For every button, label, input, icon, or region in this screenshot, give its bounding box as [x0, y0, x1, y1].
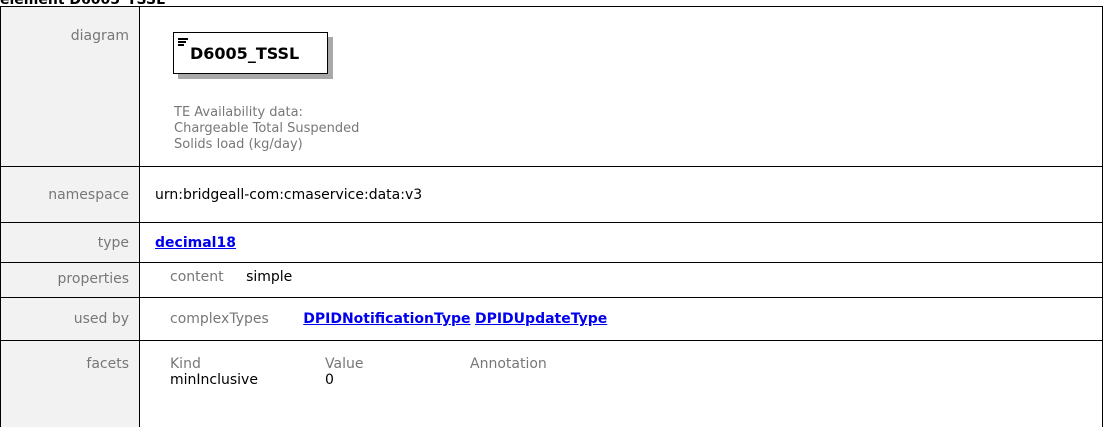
- element-name: D6005_TSSL: [190, 44, 300, 63]
- facets-header-row: Kind Value Annotation: [170, 356, 670, 372]
- properties-row: properties content simple: [0, 262, 1103, 299]
- used-by-label: used by: [0, 297, 140, 342]
- diagram-cell: D6005_TSSL TE Availability data: Chargea…: [139, 5, 1103, 168]
- namespace-cell: urn:bridgeall-com:cmaservice:data:v3: [139, 166, 1103, 224]
- facets-grid: Kind Value Annotation minInclusive 0: [140, 341, 1102, 388]
- used-by-row: used by complexTypes DPIDNotificationTyp…: [0, 297, 1103, 342]
- annotation-line: Solids load (kg/day): [174, 137, 303, 152]
- annotation-line: Chargeable Total Suspended: [174, 121, 360, 136]
- facet-value: 0: [325, 372, 334, 389]
- facets-label: facets: [0, 340, 140, 427]
- used-by-link-dpid-notification-type[interactable]: DPIDNotificationType: [303, 311, 470, 327]
- diagram-label: diagram: [0, 5, 140, 168]
- facets-header-value: Value: [325, 356, 364, 373]
- namespace-row: namespace urn:bridgeall-com:cmaservice:d…: [0, 166, 1103, 224]
- type-row: type decimal18: [0, 222, 1103, 264]
- facets-header-kind: Kind: [170, 356, 201, 373]
- properties-cell: content simple: [139, 262, 1103, 299]
- property-value: simple: [246, 269, 293, 286]
- namespace-value: urn:bridgeall-com:cmaservice:data:v3: [155, 186, 423, 203]
- facets-cell: Kind Value Annotation minInclusive 0: [139, 340, 1103, 427]
- type-cell: decimal18: [139, 222, 1103, 264]
- property-key: content: [170, 269, 224, 286]
- facets-table: Kind Value Annotation minInclusive 0: [170, 356, 670, 388]
- used-by-key: complexTypes: [170, 311, 269, 328]
- diagram-row: diagram D6005_TSSL TE Availability data:…: [0, 5, 1103, 168]
- property-item: content simple: [140, 263, 1102, 285]
- used-by-list: complexTypes DPIDNotificationType DPIDUp…: [140, 311, 1102, 327]
- type-label: type: [0, 222, 140, 264]
- used-by-link-dpid-update-type[interactable]: DPIDUpdateType: [475, 311, 607, 327]
- type-link[interactable]: decimal18: [140, 235, 236, 251]
- element-content-icon: [178, 38, 188, 47]
- facets-data-row: minInclusive 0: [170, 372, 670, 388]
- facet-kind: minInclusive: [170, 372, 258, 389]
- element-box[interactable]: D6005_TSSL: [173, 32, 328, 74]
- namespace-label: namespace: [0, 166, 140, 224]
- used-by-cell: complexTypes DPIDNotificationType DPIDUp…: [139, 297, 1103, 342]
- properties-label: properties: [0, 262, 140, 299]
- facets-row: facets Kind Value Annotation minInclusiv…: [0, 340, 1103, 427]
- facet-annotation: [470, 372, 670, 388]
- annotation-line: TE Availability data:: [174, 105, 303, 120]
- element-annotation: TE Availability data: Chargeable Total S…: [174, 105, 394, 153]
- element-doc-table: diagram D6005_TSSL TE Availability data:…: [0, 5, 1103, 427]
- facets-header-annotation: Annotation: [470, 356, 547, 373]
